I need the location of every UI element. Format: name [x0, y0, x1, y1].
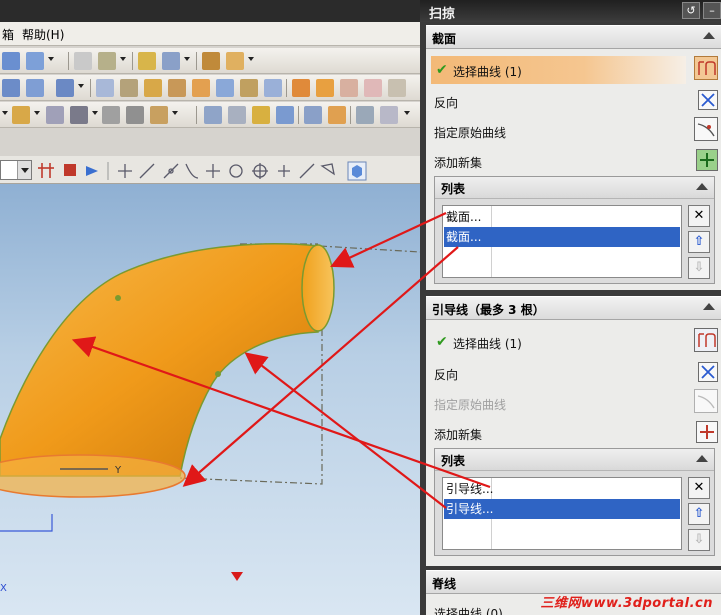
arrow-guide-to-outer-edge	[71, 336, 491, 489]
arrow-section-to-top-end	[330, 212, 447, 268]
watermark-text: 三维网www.3dportal.cn	[540, 596, 713, 611]
arrow-section-to-bottom-end	[182, 246, 459, 487]
app-window: 箱 帮助(H) Y X 扫掠 ↺ – 截面 ✔ 选择曲线 (1) 反向 指定原始…	[0, 0, 721, 615]
arrow-guide-to-inner-edge	[244, 352, 447, 509]
annotation-arrows	[71, 212, 491, 509]
